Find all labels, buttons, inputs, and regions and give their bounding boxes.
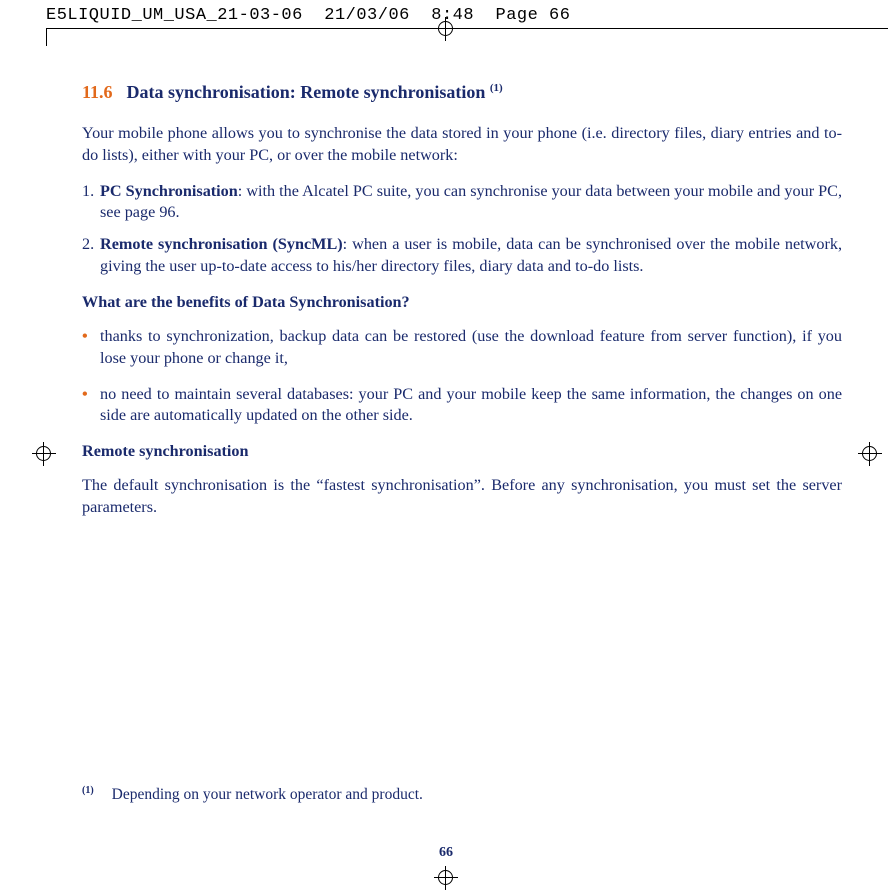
list-number: 2.: [82, 234, 100, 278]
bullet-text: thanks to synchronization, backup data c…: [100, 326, 842, 370]
bullet-icon: •: [82, 326, 100, 370]
list-text: Remote synchronisation (SyncML): when a …: [100, 234, 842, 278]
registration-mark-icon: [434, 866, 458, 890]
section-superscript: (1): [490, 82, 503, 94]
header-filename: E5LIQUID_UM_USA_21-03-06: [46, 6, 303, 25]
crop-mark-vertical: [46, 28, 47, 46]
registration-mark-icon: [32, 442, 56, 466]
list-text: PC Synchronisation: with the Alcatel PC …: [100, 181, 842, 225]
registration-mark-icon: [434, 17, 458, 41]
bullet-text: no need to maintain several databases: y…: [100, 384, 842, 428]
section-title: Data synchronisation: Remote synchronisa…: [127, 82, 503, 102]
crop-mark-horizontal: [46, 28, 64, 29]
list-item: • thanks to synchronization, backup data…: [82, 326, 842, 370]
header-rule: [46, 28, 888, 29]
content-area: 11.6 Data synchronisation: Remote synchro…: [82, 80, 842, 533]
numbered-list: 1. PC Synchronisation: with the Alcatel …: [82, 181, 842, 278]
list-item: 1. PC Synchronisation: with the Alcatel …: [82, 181, 842, 225]
footnote-mark: (1): [82, 785, 94, 796]
section-heading: 11.6 Data synchronisation: Remote synchro…: [82, 80, 842, 105]
bullet-icon: •: [82, 384, 100, 428]
bullet-list: • thanks to synchronization, backup data…: [82, 326, 842, 427]
page: E5LIQUID_UM_USA_21-03-06 21/03/06 8:48 P…: [0, 0, 892, 892]
benefits-heading: What are the benefits of Data Synchronis…: [82, 292, 842, 314]
section-number: 11.6: [82, 82, 113, 102]
header-pagelabel: Page 66: [496, 6, 571, 25]
header-date: 21/03/06: [324, 6, 410, 25]
list-bold: PC Synchronisation: [100, 182, 238, 200]
footnote: (1) Depending on your network operator an…: [82, 785, 842, 804]
remote-heading: Remote synchronisation: [82, 441, 842, 463]
footnote-text: Depending on your network operator and p…: [112, 786, 423, 803]
list-item: • no need to maintain several databases:…: [82, 384, 842, 428]
list-number: 1.: [82, 181, 100, 225]
registration-mark-icon: [858, 442, 882, 466]
list-bold: Remote synchronisation (SyncML): [100, 235, 343, 253]
list-item: 2. Remote synchronisation (SyncML): when…: [82, 234, 842, 278]
page-number: 66: [0, 845, 892, 861]
intro-paragraph: Your mobile phone allows you to synchron…: [82, 123, 842, 167]
print-header: E5LIQUID_UM_USA_21-03-06 21/03/06 8:48 P…: [46, 6, 570, 25]
remote-paragraph: The default synchronisation is the “fast…: [82, 475, 842, 519]
section-title-text: Data synchronisation: Remote synchronisa…: [127, 82, 486, 102]
